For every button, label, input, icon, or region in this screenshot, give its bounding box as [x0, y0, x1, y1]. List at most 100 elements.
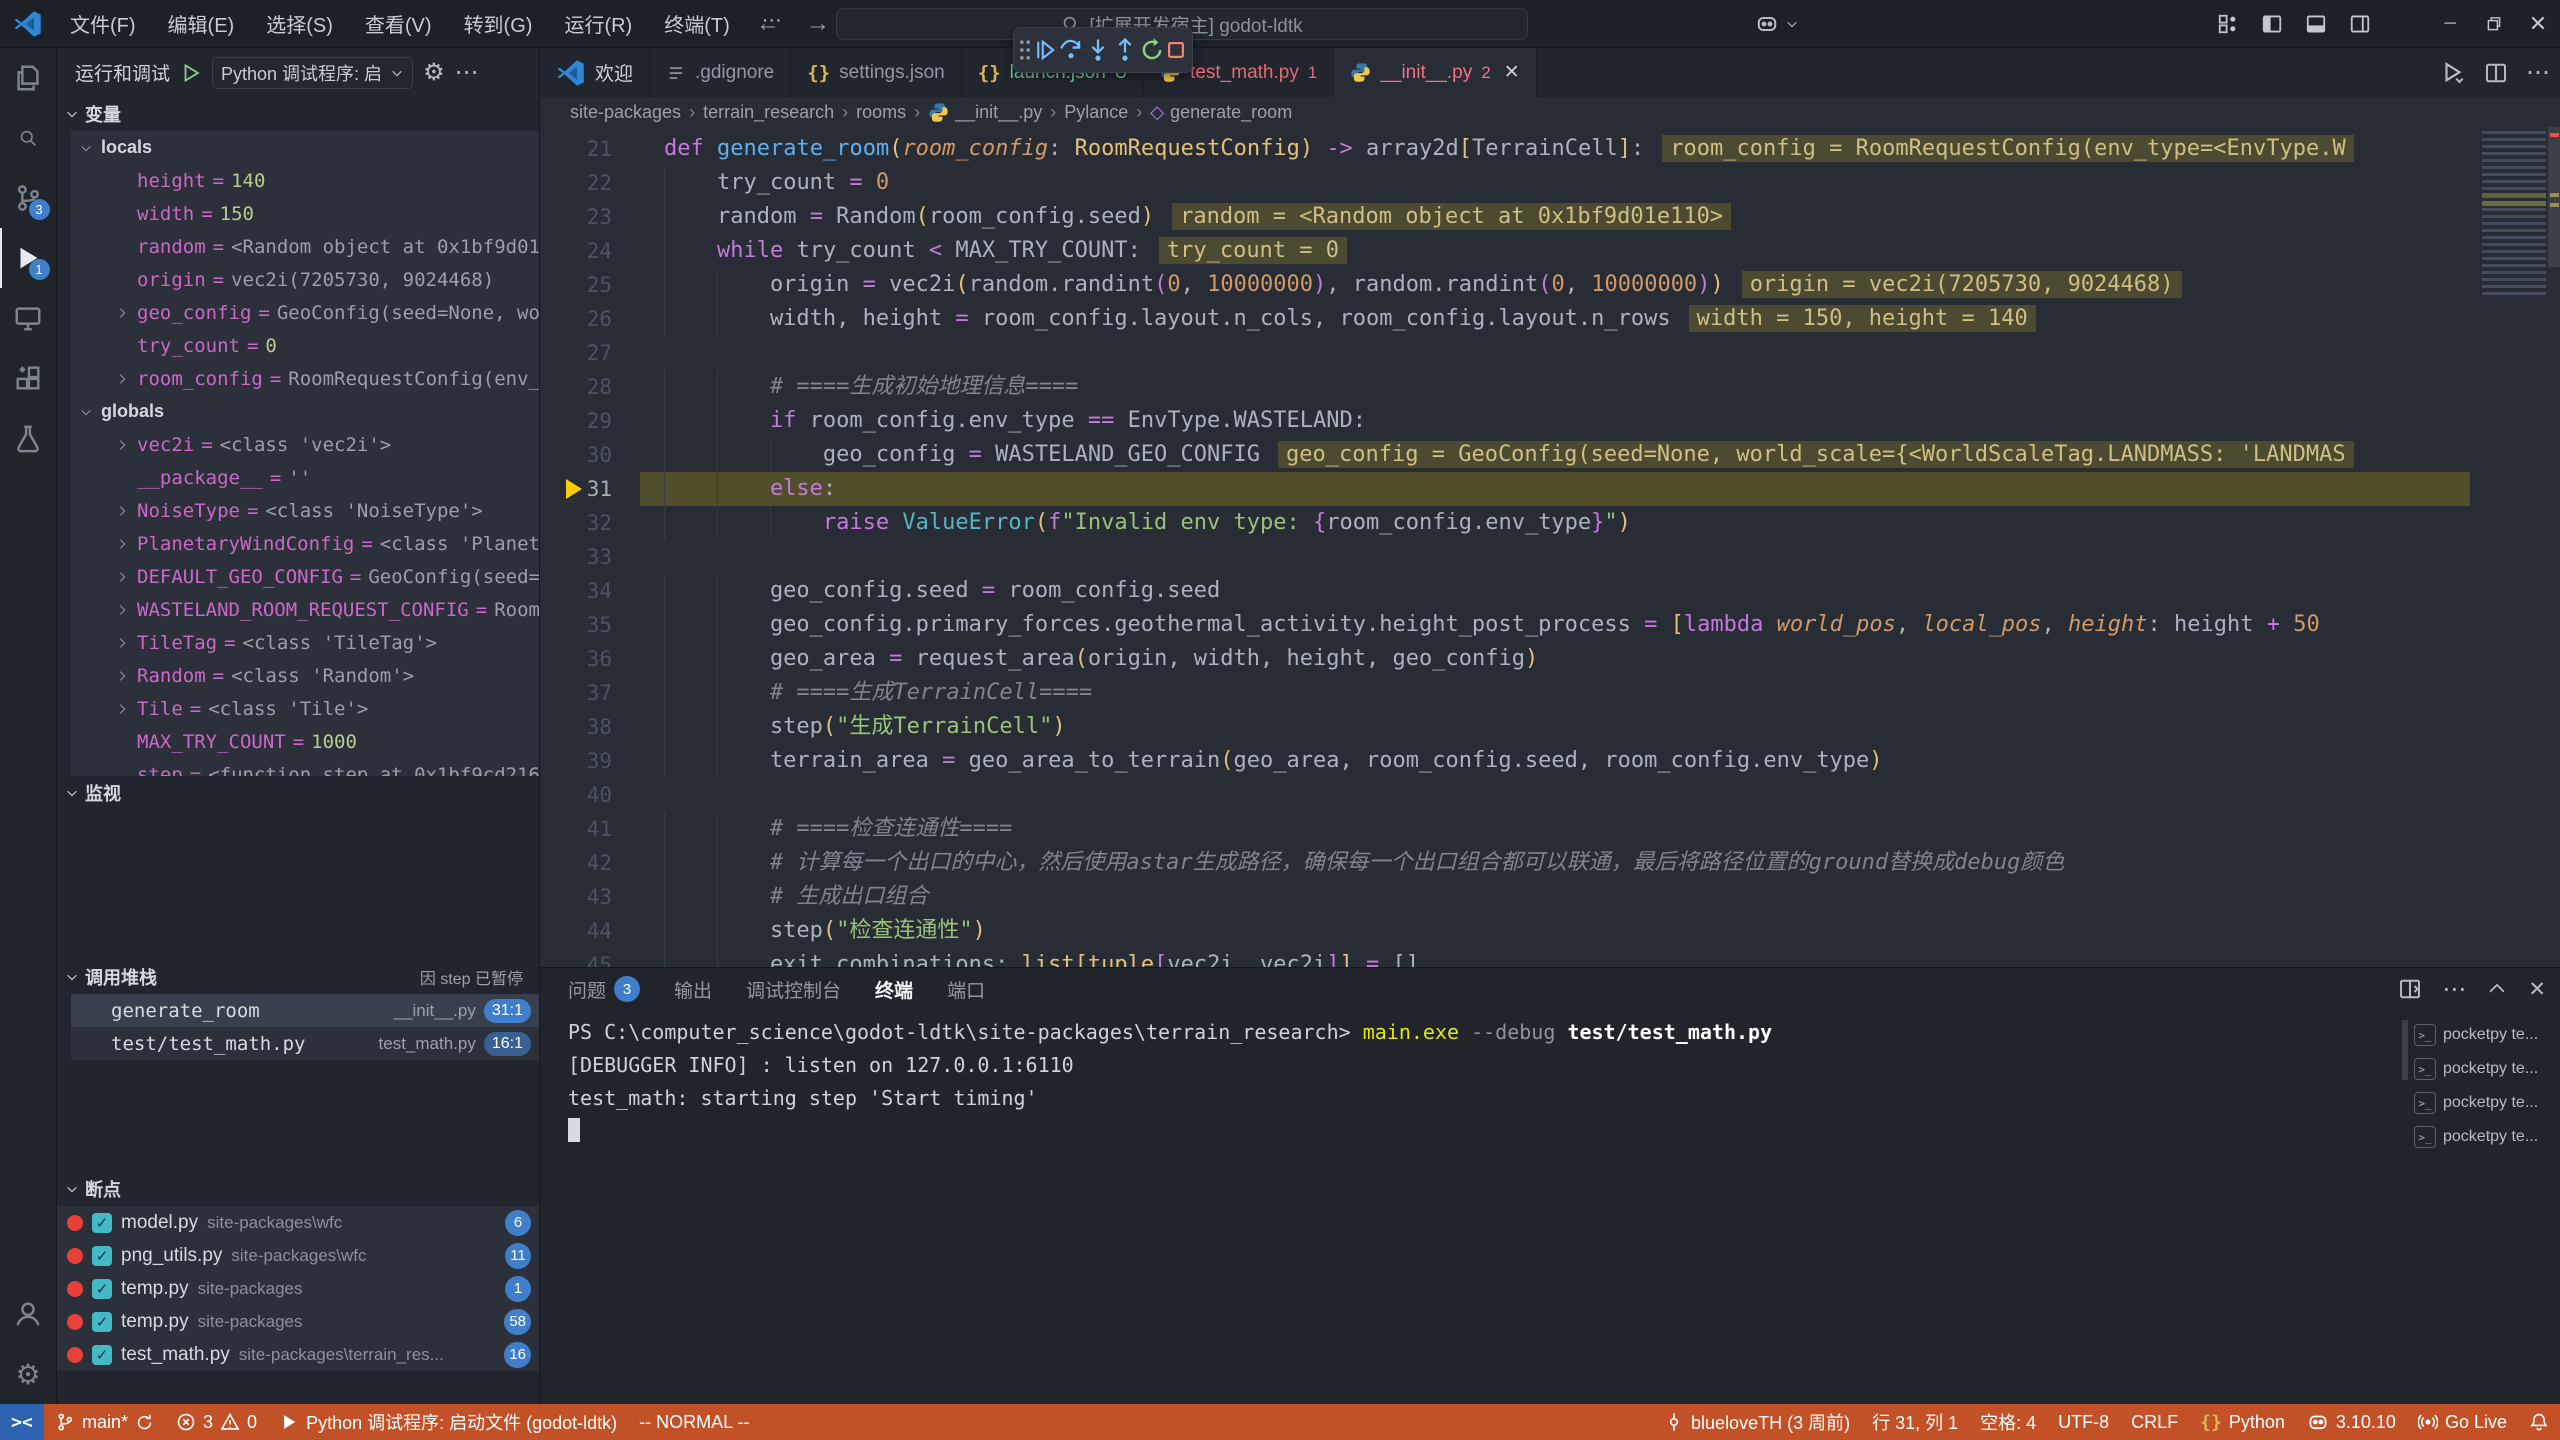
statusbar-indentation[interactable]: 空格: 4 — [1969, 1404, 2047, 1440]
run-python-file-icon[interactable] — [2440, 60, 2466, 86]
terminal-scrollbar[interactable] — [2402, 1020, 2408, 1080]
statusbar-encoding[interactable]: UTF-8 — [2047, 1404, 2120, 1440]
activity-item-account[interactable] — [0, 1284, 57, 1344]
breadcrumb-item[interactable]: __init__.py — [928, 102, 1042, 123]
variable-row[interactable]: NoiseType=<class 'NoiseType'> — [71, 494, 539, 527]
variable-row[interactable]: Tile=<class 'Tile'> — [71, 692, 539, 725]
panel-more-actions-icon[interactable]: ⋯ — [2442, 975, 2466, 1004]
variable-row[interactable]: vec2i=<class 'vec2i'> — [71, 428, 539, 461]
menu-item-1[interactable]: 编辑(E) — [154, 4, 249, 43]
activity-item-testing[interactable] — [0, 408, 57, 468]
statusbar-vim-mode[interactable]: -- NORMAL -- — [628, 1404, 760, 1440]
menu-item-5[interactable]: 运行(R) — [550, 4, 646, 43]
breakpoint-row[interactable]: ✓model.pysite-packages\wfc6 — [57, 1206, 539, 1239]
terminal-output[interactable]: PS C:\computer_science\godot-ldtk\site-p… — [540, 1016, 2410, 1404]
stop-icon[interactable] — [1165, 39, 1187, 61]
activity-item-search[interactable] — [0, 108, 57, 168]
breakpoint-row[interactable]: ✓test_math.pysite-packages\terrain_res..… — [57, 1338, 539, 1371]
toggle-panel-icon[interactable] — [2294, 0, 2338, 48]
statusbar-problems[interactable]: 30 — [165, 1404, 268, 1440]
scope-locals[interactable]: locals — [71, 131, 539, 164]
toggle-sidebar-icon[interactable] — [2250, 0, 2294, 48]
variable-row[interactable]: width=150 — [71, 197, 539, 230]
statusbar-notifications-bell[interactable] — [2518, 1404, 2560, 1440]
scope-globals[interactable]: globals — [71, 395, 539, 428]
variable-row[interactable]: height=140 — [71, 164, 539, 197]
tab-欢迎[interactable]: 欢迎 — [540, 48, 650, 97]
breakpoint-checkbox[interactable]: ✓ — [92, 1213, 112, 1233]
variable-row[interactable]: PlanetaryWindConfig=<class 'Planeta… — [71, 527, 539, 560]
variable-row[interactable]: __package__='' — [71, 461, 539, 494]
back-icon[interactable]: ← — [756, 10, 780, 38]
callstack-frame[interactable]: test/test_math.pytest_math.py16:1 — [71, 1027, 539, 1060]
menu-item-2[interactable]: 选择(S) — [252, 4, 347, 43]
breadcrumb-item[interactable]: site-packages — [570, 102, 681, 123]
menu-item-0[interactable]: 文件(F) — [56, 4, 150, 43]
variable-row[interactable]: origin=vec2i(7205730, 9024468) — [71, 263, 539, 296]
minimap[interactable] — [2482, 131, 2546, 299]
step-into-icon[interactable] — [1085, 37, 1111, 63]
code-line-37[interactable]: 37 # ====生成TerrainCell==== — [540, 676, 2470, 710]
split-terminal-icon[interactable] — [2398, 977, 2422, 1001]
code-line-28[interactable]: 28 # ====生成初始地理信息==== — [540, 370, 2470, 404]
callstack-section-header[interactable]: 调用堆栈 因 step 已暂停 — [57, 960, 539, 994]
code-line-41[interactable]: 41 # ====检查连通性==== — [540, 812, 2470, 846]
code-line-32[interactable]: 32 raise ValueError(f"Invalid env type: … — [540, 506, 2470, 540]
tab-close-icon[interactable]: ✕ — [1504, 61, 1520, 84]
continue-icon[interactable] — [1033, 38, 1057, 62]
breakpoint-row[interactable]: ✓png_utils.pysite-packages\wfc11 — [57, 1239, 539, 1272]
statusbar-debug-status[interactable]: Python 调试程序: 启动文件 (godot-ldtk) — [268, 1404, 628, 1440]
step-out-icon[interactable] — [1112, 37, 1138, 63]
code-line-24[interactable]: 24 while try_count < MAX_TRY_COUNT:try_c… — [540, 234, 2470, 268]
variable-row[interactable]: Random=<class 'Random'> — [71, 659, 539, 692]
minimize-button[interactable]: ─ — [2428, 0, 2472, 48]
breakpoints-section-header[interactable]: 断点 — [57, 1172, 539, 1206]
activity-item-remote-explorer[interactable] — [0, 288, 57, 348]
variable-row[interactable]: geo_config=GeoConfig(seed=None, wor… — [71, 296, 539, 329]
panel-tab-输出[interactable]: 输出 — [674, 968, 712, 1010]
code-line-38[interactable]: 38 step("生成TerrainCell") — [540, 710, 2470, 744]
menu-item-3[interactable]: 查看(V) — [351, 4, 446, 43]
breadcrumb-item[interactable]: rooms — [856, 102, 906, 123]
statusbar-remote-indicator[interactable]: >< — [0, 1404, 44, 1440]
panel-tab-问题[interactable]: 问题3 — [568, 968, 640, 1010]
breakpoint-checkbox[interactable]: ✓ — [92, 1345, 112, 1365]
debug-settings-gear-icon[interactable]: ⚙ — [423, 58, 445, 87]
code-line-30[interactable]: 30 geo_config = WASTELAND_GEO_CONFIGgeo_… — [540, 438, 2470, 472]
code-line-25[interactable]: 25 origin = vec2i(random.randint(0, 1000… — [540, 268, 2470, 302]
panel-tab-调试控制台[interactable]: 调试控制台 — [746, 968, 841, 1010]
variable-row[interactable]: step=<function step at 0x1bf9cd216d — [71, 758, 539, 776]
statusbar-eol[interactable]: CRLF — [2120, 1404, 2189, 1440]
statusbar-git-commit-author[interactable]: blueloveTH (3 周前) — [1653, 1404, 1861, 1440]
close-button[interactable]: ✕ — [2516, 0, 2560, 48]
variable-row[interactable]: random=<Random object at 0x1bf9d01e… — [71, 230, 539, 263]
code-line-26[interactable]: 26 width, height = room_config.layout.n_… — [540, 302, 2470, 336]
breakpoint-row[interactable]: ✓temp.pysite-packages58 — [57, 1305, 539, 1338]
copilot-titlebar-item[interactable] — [1755, 0, 1799, 48]
tab-settings.json[interactable]: {}settings.json — [791, 48, 962, 97]
code-line-34[interactable]: 34 geo_config.seed = room_config.seed — [540, 574, 2470, 608]
statusbar-git-branch[interactable]: main* — [44, 1404, 165, 1440]
more-actions-icon[interactable]: ⋯ — [455, 58, 479, 87]
activity-item-settings[interactable]: ⚙ — [0, 1344, 57, 1404]
tab-__init__.py[interactable]: __init__.py2✕ — [1334, 48, 1536, 97]
start-debug-icon[interactable] — [180, 62, 202, 84]
forward-icon[interactable]: → — [806, 10, 830, 38]
activity-item-source-control[interactable]: 3 — [0, 168, 57, 228]
breadcrumb-item[interactable]: Pylance — [1064, 102, 1128, 123]
variable-row[interactable]: room_config=RoomRequestConfig(env_t… — [71, 362, 539, 395]
editor-more-actions-icon[interactable]: ⋯ — [2526, 58, 2550, 87]
tab-.gdignore[interactable]: .gdignore — [650, 48, 791, 97]
code-line-40[interactable]: 40 — [540, 778, 2470, 812]
panel-tab-端口[interactable]: 端口 — [947, 968, 985, 1010]
terminal-session-item[interactable]: >_pocketpy te... — [2414, 1020, 2552, 1050]
code-editor[interactable]: 21def generate_room(room_config: RoomReq… — [540, 127, 2560, 967]
code-line-44[interactable]: 44 step("检查连通性") — [540, 914, 2470, 948]
menu-item-4[interactable]: 转到(G) — [450, 4, 547, 43]
restore-button[interactable] — [2472, 0, 2516, 48]
code-line-23[interactable]: 23 random = Random(room_config.seed)rand… — [540, 200, 2470, 234]
code-line-29[interactable]: 29 if room_config.env_type == EnvType.WA… — [540, 404, 2470, 438]
code-line-39[interactable]: 39 terrain_area = geo_area_to_terrain(ge… — [540, 744, 2470, 778]
breadcrumb-item[interactable]: ◇generate_room — [1150, 102, 1292, 123]
panel-tab-终端[interactable]: 终端 — [875, 968, 913, 1010]
